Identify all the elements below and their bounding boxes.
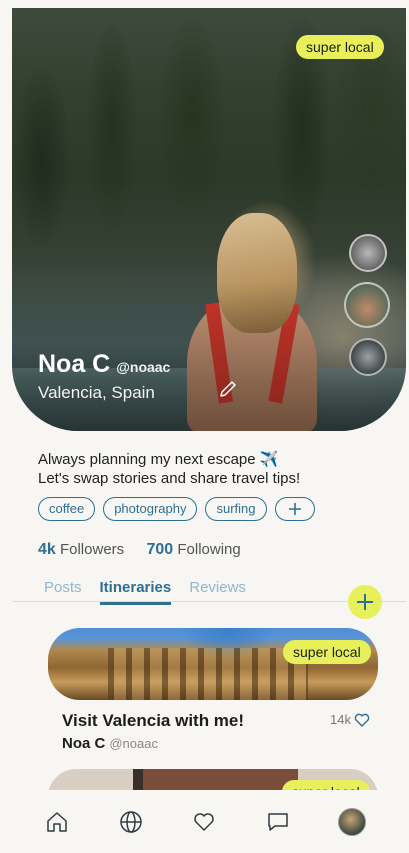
plus-icon — [288, 503, 301, 515]
profile-bio: Always planning my next escape ✈️ Let's … — [38, 450, 368, 488]
nav-profile[interactable] — [338, 807, 367, 836]
chat-icon — [268, 812, 289, 831]
heart-icon[interactable] — [354, 713, 370, 727]
itinerary-author-name: Noa C — [62, 735, 106, 752]
itinerary-author: Noa C @noaac — [62, 735, 158, 752]
itinerary-author-handle: @noaac — [109, 736, 158, 751]
tag-coffee[interactable]: coffee — [38, 497, 96, 521]
bio-line-1: Always planning my next escape ✈️ — [38, 451, 279, 468]
super-local-badge: super local — [296, 35, 384, 59]
itinerary-title[interactable]: Visit Valencia with me! — [62, 711, 244, 731]
add-tag-button[interactable] — [274, 497, 315, 521]
nav-explore[interactable] — [117, 808, 145, 836]
interest-tags: coffee photography surfing — [38, 497, 315, 521]
avatar — [338, 807, 367, 836]
likes-count: 14k — [330, 712, 351, 727]
profile-handle: @noaac — [116, 359, 171, 375]
home-icon — [47, 811, 67, 832]
plus-icon — [357, 594, 373, 610]
profile-name: Noa C @noaac — [38, 350, 170, 379]
add-post-button[interactable] — [348, 585, 382, 619]
profile-name-text: Noa C — [38, 350, 111, 378]
nav-favorites[interactable] — [190, 808, 218, 836]
gallery-thumb-1[interactable] — [349, 234, 387, 272]
follow-stats: 4k Followers 700 Following — [38, 541, 241, 559]
tag-surfing[interactable]: surfing — [205, 497, 267, 521]
tabs-divider — [12, 601, 406, 602]
itinerary-likes: 14k — [330, 712, 370, 727]
card-super-local-badge: super local — [283, 640, 371, 664]
bio-line-2: Let's swap stories and share travel tips… — [38, 470, 301, 487]
itinerary-card-image[interactable] — [48, 628, 378, 700]
tag-photography[interactable]: photography — [103, 497, 198, 521]
profile-location: Valencia, Spain — [38, 383, 155, 402]
following-count[interactable]: 700 — [147, 541, 174, 558]
following-label[interactable]: Following — [177, 541, 240, 558]
gallery-thumb-2[interactable] — [344, 282, 390, 328]
heart-icon — [194, 812, 215, 831]
edit-pencil-icon[interactable] — [218, 379, 238, 399]
followers-count[interactable]: 4k — [38, 541, 56, 558]
followers-label[interactable]: Followers — [60, 541, 124, 558]
globe-icon — [119, 810, 142, 833]
gallery-thumb-3[interactable] — [349, 338, 387, 376]
nav-messages[interactable] — [264, 808, 292, 836]
bottom-navigation — [0, 790, 409, 853]
nav-home[interactable] — [43, 808, 71, 836]
